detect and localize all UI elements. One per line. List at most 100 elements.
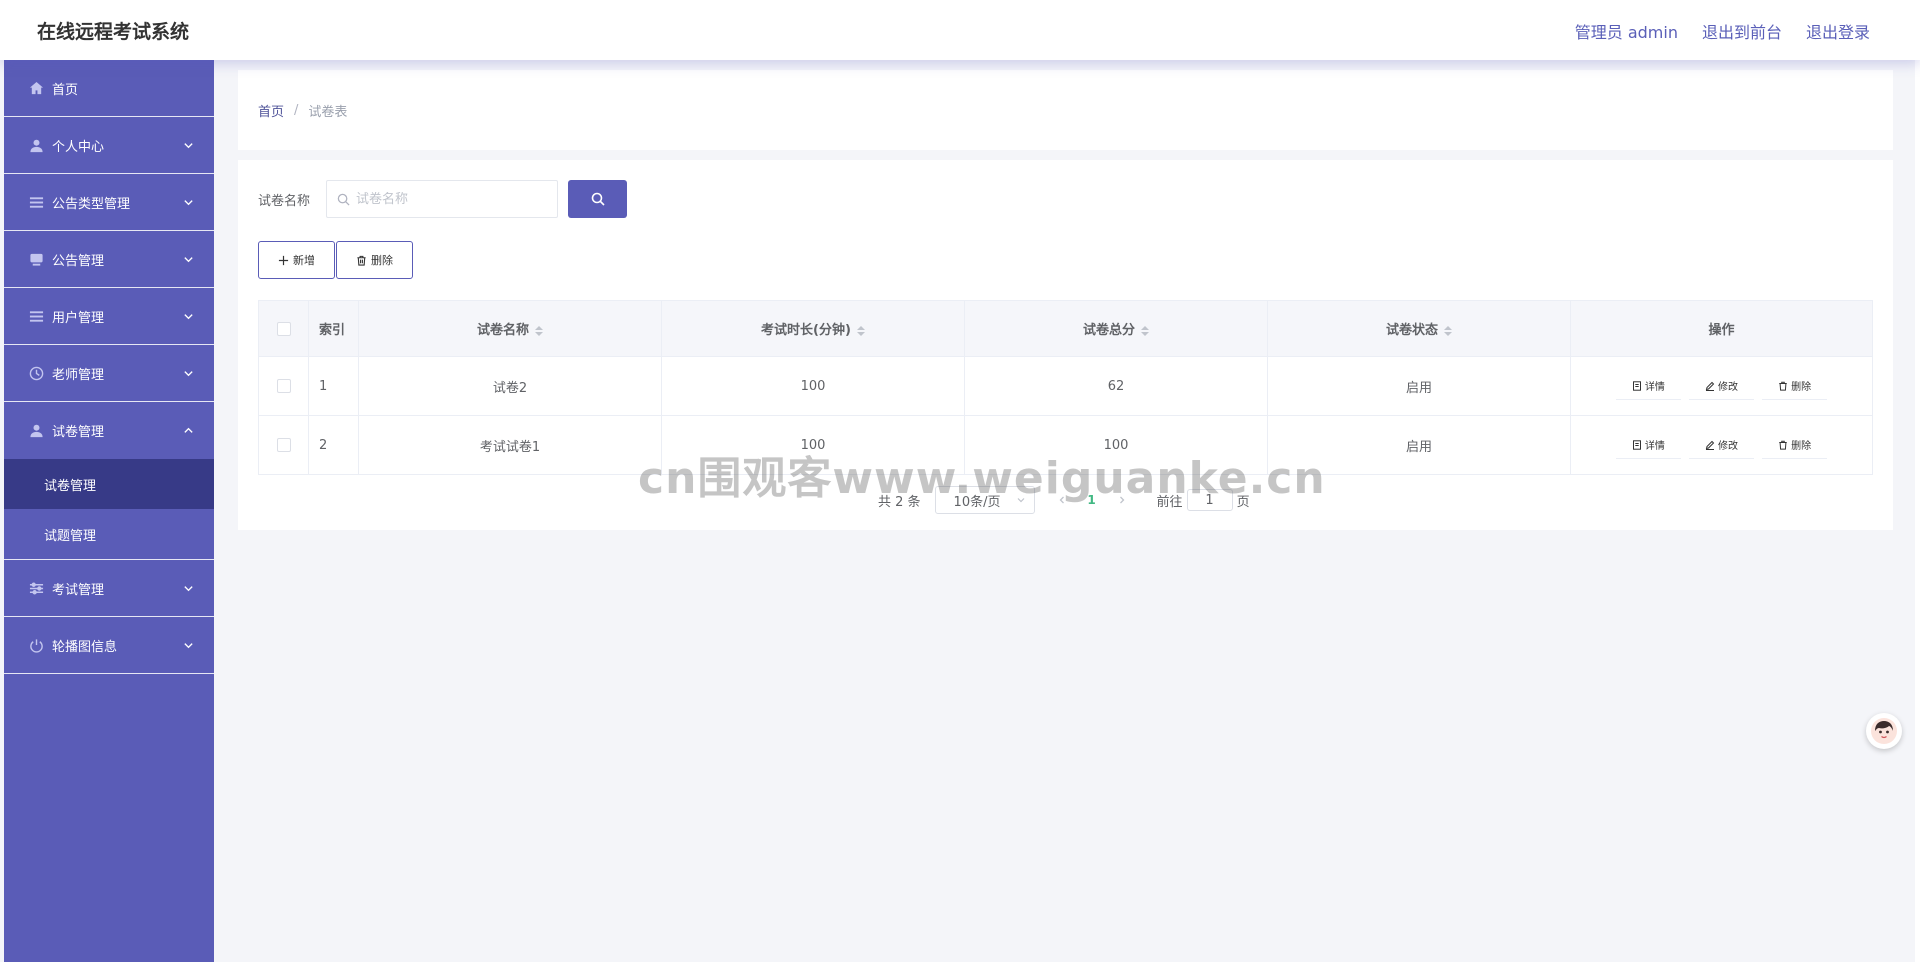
breadcrumb-separator: /	[294, 102, 299, 118]
sidebar-item-teachers[interactable]: 老师管理	[4, 345, 214, 402]
bottom-edge	[0, 962, 1920, 966]
logout-link[interactable]: 退出登录	[1806, 19, 1870, 43]
top-bar: 在线远程考试系统 管理员 admin 退出到前台 退出登录	[0, 0, 1920, 60]
submenu-item-question-management[interactable]: 试题管理	[4, 509, 214, 559]
column-header-status[interactable]: 试卷状态	[1267, 300, 1571, 357]
column-header-index: 索引	[308, 300, 359, 357]
user-icon	[28, 423, 44, 439]
chevron-down-icon	[182, 582, 194, 594]
chevron-down-icon	[182, 196, 194, 208]
column-header-actions: 操作	[1570, 300, 1873, 357]
breadcrumb: 首页 / 试卷表	[238, 70, 1893, 150]
sidebar-item-label: 公告管理	[52, 253, 105, 269]
trash-icon	[357, 255, 366, 266]
sidebar-item-label: 老师管理	[52, 367, 105, 383]
cell-actions: 详情 修改 删除	[1570, 356, 1873, 416]
column-header-duration[interactable]: 考试时长(分钟)	[661, 300, 965, 357]
edit-button-label: 修改	[1718, 382, 1738, 393]
sidebar-item-label: 用户管理	[52, 310, 105, 326]
sidebar-item-exams[interactable]: 考试管理	[4, 560, 214, 617]
sidebar-item-notice[interactable]: 公告管理	[4, 231, 214, 288]
right-edge	[1915, 60, 1920, 966]
cell-duration: 100	[661, 356, 965, 416]
row-checkbox[interactable]	[276, 379, 291, 393]
top-links: 管理员 admin 退出到前台 退出登录	[1575, 19, 1870, 43]
select-all-checkbox[interactable]	[276, 321, 291, 336]
chevron-up-icon	[182, 424, 194, 436]
trash-icon	[1779, 440, 1787, 450]
submenu-item-paper-management[interactable]: 试卷管理	[4, 459, 214, 509]
search-label: 试卷名称	[258, 194, 311, 209]
row-delete-button-label: 删除	[1791, 441, 1812, 452]
sidebar-item-label: 个人中心	[52, 139, 105, 155]
app-title: 在线远程考试系统	[37, 21, 190, 43]
sort-icon[interactable]	[535, 325, 543, 336]
add-button-label: 新增	[293, 255, 315, 267]
column-header-label: 试卷总分	[1082, 323, 1135, 338]
edit-button[interactable]: 修改	[1689, 431, 1754, 459]
detail-button[interactable]: 详情	[1615, 431, 1681, 459]
breadcrumb-current: 试卷表	[308, 104, 348, 120]
edit-icon	[1705, 440, 1715, 450]
row-select-cell	[258, 415, 309, 475]
monitor-icon	[28, 251, 44, 267]
cell-score: 62	[964, 356, 1268, 416]
column-header-label: 考试时长(分钟)	[761, 323, 851, 338]
sidebar-item-carousel[interactable]: 轮播图信息	[4, 617, 214, 674]
exit-to-front-link[interactable]: 退出到前台	[1702, 19, 1782, 43]
sidebar-item-label: 首页	[52, 82, 79, 98]
edit-icon	[1705, 381, 1715, 391]
avatar-icon	[1871, 718, 1897, 744]
paper-name-search-input[interactable]	[356, 191, 546, 207]
cell-index: 1	[308, 356, 359, 416]
sort-icon[interactable]	[856, 325, 865, 336]
column-header-name[interactable]: 试卷名称	[358, 300, 662, 357]
document-icon	[1632, 380, 1641, 391]
list-icon	[28, 194, 44, 210]
power-icon	[28, 637, 44, 653]
row-delete-button-label: 删除	[1791, 382, 1812, 393]
search-button[interactable]	[568, 180, 627, 218]
column-header-score[interactable]: 试卷总分	[964, 300, 1268, 357]
watermark-text: cn围观客www.weiguanke.cn	[638, 453, 1326, 504]
papers-submenu: 试卷管理 试题管理	[4, 459, 214, 560]
delete-button-label: 删除	[371, 255, 393, 267]
cell-name: 考试试卷1	[358, 415, 662, 475]
admin-user-link[interactable]: 管理员 admin	[1575, 19, 1678, 43]
add-button[interactable]: 新增	[258, 241, 335, 279]
sidebar-item-papers[interactable]: 试卷管理	[4, 402, 214, 459]
table-row: 1 试卷2 100 62 启用 详情 修改 删除	[258, 356, 1873, 416]
edit-button[interactable]: 修改	[1689, 372, 1754, 400]
sort-icon[interactable]	[1444, 325, 1452, 336]
search-icon	[337, 193, 350, 206]
row-select-cell	[258, 356, 309, 416]
assistant-avatar[interactable]	[1866, 713, 1902, 749]
sidebar-item-home[interactable]: 首页	[4, 60, 214, 117]
clock-icon	[28, 365, 44, 381]
sidebar-item-label: 考试管理	[52, 582, 105, 598]
edit-button-label: 修改	[1718, 441, 1738, 452]
cell-actions: 详情 修改 删除	[1570, 415, 1873, 475]
sidebar-item-users[interactable]: 用户管理	[4, 288, 214, 345]
cell-index: 2	[308, 415, 359, 475]
search-icon	[591, 192, 605, 206]
sidebar: 首页 个人中心 公告类型管理 公告管理 用户管理 老师管理 试卷管理 试卷管理 …	[4, 60, 214, 962]
sort-icon[interactable]	[1141, 325, 1149, 336]
cell-status: 启用	[1267, 356, 1571, 416]
chevron-down-icon	[182, 639, 194, 651]
user-icon	[28, 137, 44, 153]
sidebar-item-notice-type[interactable]: 公告类型管理	[4, 174, 214, 231]
row-delete-button[interactable]: 删除	[1762, 372, 1828, 400]
delete-button[interactable]: 删除	[336, 241, 413, 279]
detail-button-label: 详情	[1644, 382, 1665, 393]
row-checkbox[interactable]	[276, 438, 291, 452]
select-all-cell	[258, 300, 309, 357]
sidebar-item-personal-center[interactable]: 个人中心	[4, 117, 214, 174]
detail-button[interactable]: 详情	[1615, 372, 1681, 400]
sliders-icon	[28, 580, 44, 596]
column-header-label: 试卷状态	[1385, 323, 1438, 338]
row-delete-button[interactable]: 删除	[1762, 431, 1828, 459]
chevron-down-icon	[182, 310, 194, 322]
breadcrumb-home[interactable]: 首页	[258, 101, 284, 120]
table-header-row: 索引 试卷名称 考试时长(分钟) 试卷总分 试卷状态 操作	[258, 300, 1873, 357]
